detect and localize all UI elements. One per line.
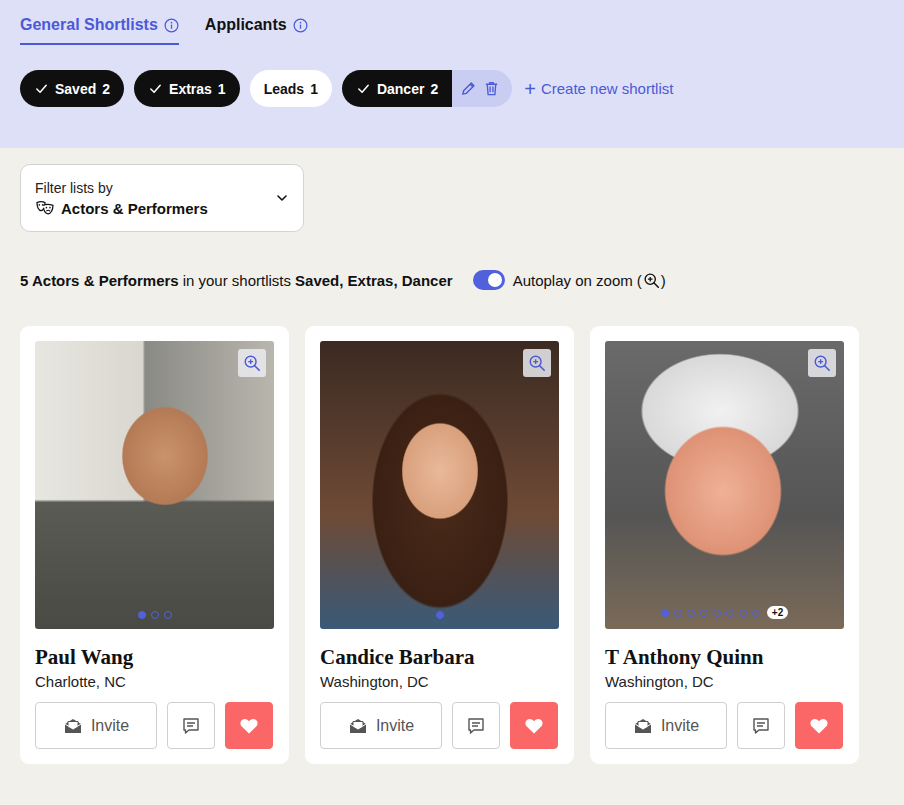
shortlist-chip[interactable]: Saved2 — [20, 70, 124, 107]
photo-dot[interactable] — [661, 609, 669, 617]
heart-icon — [524, 717, 544, 735]
toggle-knob — [488, 273, 502, 287]
more-photos-badge: +2 — [767, 606, 788, 619]
envelope-icon — [63, 717, 83, 735]
performer-location: Washington, DC — [605, 673, 844, 690]
performer-cards: Paul WangCharlotte, NCInviteCandice Barb… — [20, 326, 884, 764]
pencil-icon[interactable] — [460, 80, 477, 97]
message-icon — [181, 716, 201, 736]
envelope-icon — [348, 717, 368, 735]
card-actions: Invite — [35, 702, 274, 749]
photo-dots — [35, 611, 274, 619]
tab-bar: General Shortlists Applicants — [20, 16, 884, 45]
trash-icon[interactable] — [483, 80, 500, 97]
photo-dot[interactable] — [164, 611, 172, 619]
shortlist-chip-group: Dancer2 — [342, 70, 512, 107]
create-shortlist-link[interactable]: +Create new shortlist — [524, 79, 673, 99]
zoom-icon — [528, 354, 546, 372]
heart-icon — [809, 717, 829, 735]
photo-dot[interactable] — [700, 609, 708, 617]
results-summary: 5 Actors & Performersin your shortlistsS… — [20, 270, 884, 290]
invite-button[interactable]: Invite — [35, 702, 157, 749]
plus-icon: + — [524, 79, 536, 99]
invite-button[interactable]: Invite — [320, 702, 442, 749]
chip-tools — [452, 70, 512, 107]
performer-location: Washington, DC — [320, 673, 559, 690]
favorite-button[interactable] — [225, 702, 273, 749]
envelope-icon — [633, 717, 653, 735]
photo-dot[interactable] — [151, 611, 159, 619]
performer-name[interactable]: T Anthony Quinn — [605, 645, 844, 670]
shortlist-content: Filter lists byActors & Performers 5 Acto… — [0, 148, 904, 764]
info-icon — [164, 18, 179, 33]
check-icon — [34, 81, 49, 96]
heart-icon — [239, 717, 259, 735]
info-icon — [293, 18, 308, 33]
profile-photo[interactable]: +2 — [605, 341, 844, 629]
message-button[interactable] — [737, 702, 785, 749]
profile-photo[interactable] — [320, 341, 559, 629]
check-icon — [148, 81, 163, 96]
filter-dropdown[interactable]: Filter lists byActors & Performers — [20, 164, 304, 232]
zoom-button[interactable] — [523, 349, 551, 377]
performer-card: Candice Barbara Washington, DC Invite — [305, 326, 574, 764]
photo-dot[interactable] — [138, 611, 146, 619]
zoom-icon — [643, 272, 660, 289]
photo-dot[interactable] — [713, 609, 721, 617]
photo-dot[interactable] — [739, 609, 747, 617]
message-icon — [751, 716, 771, 736]
check-icon — [356, 81, 371, 96]
favorite-button[interactable] — [510, 702, 558, 749]
message-button[interactable] — [452, 702, 500, 749]
card-actions: Invite — [605, 702, 844, 749]
shortlist-header: General Shortlists Applicants Saved2 Extras… — [0, 0, 904, 148]
zoom-icon — [813, 354, 831, 372]
shortlist-chip[interactable]: Leads1 — [250, 70, 332, 107]
shortlist-chips: Saved2 Extras1 Leads1 Dancer2 +Create new sh… — [20, 70, 884, 107]
message-button[interactable] — [167, 702, 215, 749]
photo-dot[interactable] — [674, 609, 682, 617]
photo-dots — [320, 611, 559, 619]
favorite-button[interactable] — [795, 702, 843, 749]
message-icon — [466, 716, 486, 736]
card-actions: Invite — [320, 702, 559, 749]
tab[interactable]: Applicants — [205, 16, 308, 45]
zoom-icon — [243, 354, 261, 372]
photo-dot[interactable] — [436, 611, 444, 619]
performer-name[interactable]: Candice Barbara — [320, 645, 559, 670]
autoplay-toggle[interactable] — [473, 270, 505, 290]
invite-button[interactable]: Invite — [605, 702, 727, 749]
profile-photo[interactable] — [35, 341, 274, 629]
photo-dot[interactable] — [752, 609, 760, 617]
zoom-button[interactable] — [808, 349, 836, 377]
photo-dot[interactable] — [726, 609, 734, 617]
zoom-button[interactable] — [238, 349, 266, 377]
performer-location: Charlotte, NC — [35, 673, 274, 690]
theater-masks-icon — [35, 200, 55, 216]
performer-card: Paul Wang Charlotte, NC Invite — [20, 326, 289, 764]
photo-dot[interactable] — [687, 609, 695, 617]
performer-name[interactable]: Paul Wang — [35, 645, 274, 670]
chevron-down-icon — [275, 191, 289, 205]
tab[interactable]: General Shortlists — [20, 16, 179, 45]
photo-dots: +2 — [605, 606, 844, 619]
shortlist-chip[interactable]: Extras1 — [134, 70, 240, 107]
performer-card: +2 T Anthony Quinn Washington, DC Invite — [590, 326, 859, 764]
shortlist-chip[interactable]: Dancer2 — [342, 70, 452, 107]
